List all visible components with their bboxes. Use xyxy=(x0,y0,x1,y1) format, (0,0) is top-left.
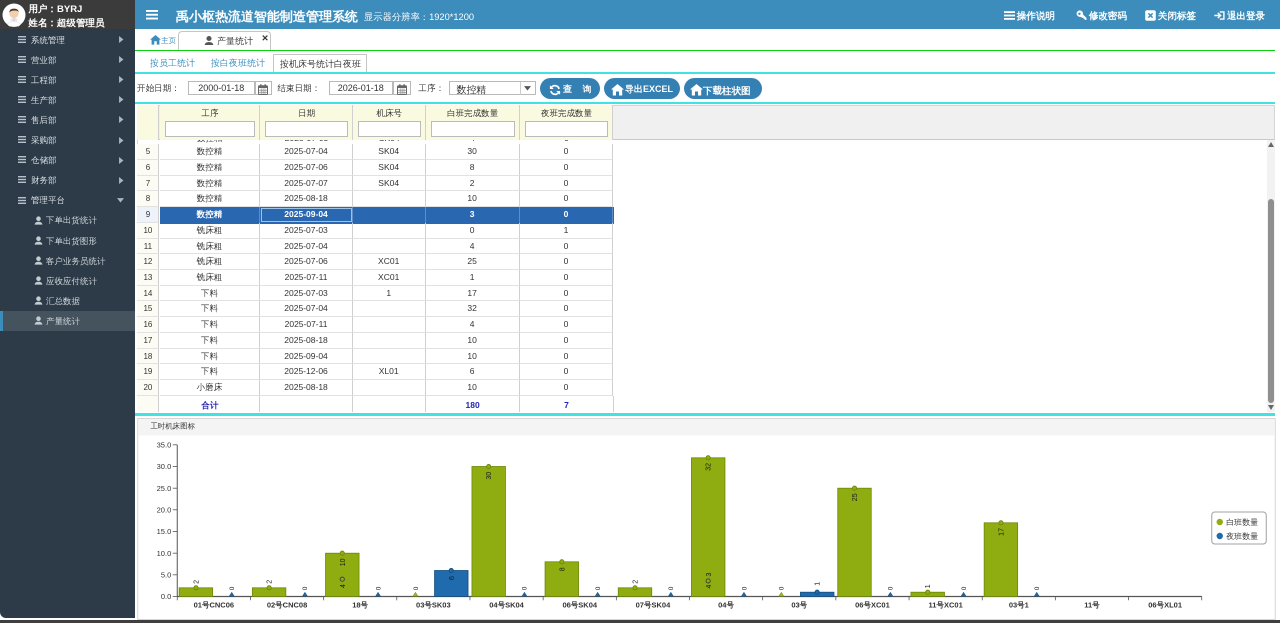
svg-text:06号XL01: 06号XL01 xyxy=(1148,600,1182,609)
svg-text:1: 1 xyxy=(814,581,821,585)
svg-text:5.0: 5.0 xyxy=(160,570,170,579)
svg-text:15.0: 15.0 xyxy=(156,527,171,536)
svg-text:2: 2 xyxy=(266,579,273,583)
svg-text:0: 0 xyxy=(302,586,309,590)
svg-text:10: 10 xyxy=(339,558,346,566)
svg-text:工时机床图标: 工时机床图标 xyxy=(150,421,196,430)
svg-text:07号SK04: 07号SK04 xyxy=(635,600,670,609)
svg-text:06号SK04: 06号SK04 xyxy=(562,600,597,609)
svg-text:02号CNC08: 02号CNC08 xyxy=(266,600,306,609)
svg-text:0.0: 0.0 xyxy=(160,592,170,601)
svg-text:0: 0 xyxy=(778,586,785,590)
svg-text:4: 4 xyxy=(339,584,346,588)
svg-text:0: 0 xyxy=(668,586,675,590)
svg-text:4: 4 xyxy=(705,584,712,588)
svg-text:20.0: 20.0 xyxy=(156,505,171,514)
svg-text:04号: 04号 xyxy=(718,600,734,609)
svg-text:10.0: 10.0 xyxy=(156,548,171,557)
svg-text:0: 0 xyxy=(887,586,894,590)
svg-text:17: 17 xyxy=(998,527,1005,535)
svg-text:1: 1 xyxy=(925,584,932,588)
svg-text:0: 0 xyxy=(375,586,382,590)
svg-text:0: 0 xyxy=(594,586,601,590)
svg-text:0: 0 xyxy=(1034,586,1041,590)
svg-text:0: 0 xyxy=(521,586,528,590)
svg-text:03号SK03: 03号SK03 xyxy=(416,600,451,609)
svg-text:03号1: 03号1 xyxy=(1008,600,1028,609)
svg-text:11号: 11号 xyxy=(1084,600,1100,609)
svg-text:夜班数量: 夜班数量 xyxy=(1225,531,1258,541)
svg-text:2: 2 xyxy=(632,579,639,583)
svg-text:白班数量: 白班数量 xyxy=(1226,518,1258,527)
svg-text:0: 0 xyxy=(229,586,236,590)
svg-text:32: 32 xyxy=(705,462,712,470)
svg-text:6: 6 xyxy=(448,576,455,580)
svg-text:01号CNC06: 01号CNC06 xyxy=(193,600,233,609)
svg-text:06号XC01: 06号XC01 xyxy=(855,600,890,609)
svg-text:3: 3 xyxy=(705,572,712,576)
svg-text:35.0: 35.0 xyxy=(156,440,171,449)
svg-text:04号SK04: 04号SK04 xyxy=(489,600,524,609)
svg-text:8: 8 xyxy=(559,567,566,571)
svg-text:25.0: 25.0 xyxy=(156,483,171,492)
svg-text:0: 0 xyxy=(412,586,419,590)
svg-text:0: 0 xyxy=(741,586,748,590)
svg-text:2: 2 xyxy=(193,579,200,583)
svg-text:03号: 03号 xyxy=(791,600,807,609)
svg-text:0: 0 xyxy=(960,586,967,590)
svg-text:30: 30 xyxy=(486,471,493,479)
svg-text:30.0: 30.0 xyxy=(156,462,171,471)
svg-text:25: 25 xyxy=(852,493,859,501)
svg-text:11号XC01: 11号XC01 xyxy=(928,600,962,609)
svg-text:18号: 18号 xyxy=(352,600,368,609)
